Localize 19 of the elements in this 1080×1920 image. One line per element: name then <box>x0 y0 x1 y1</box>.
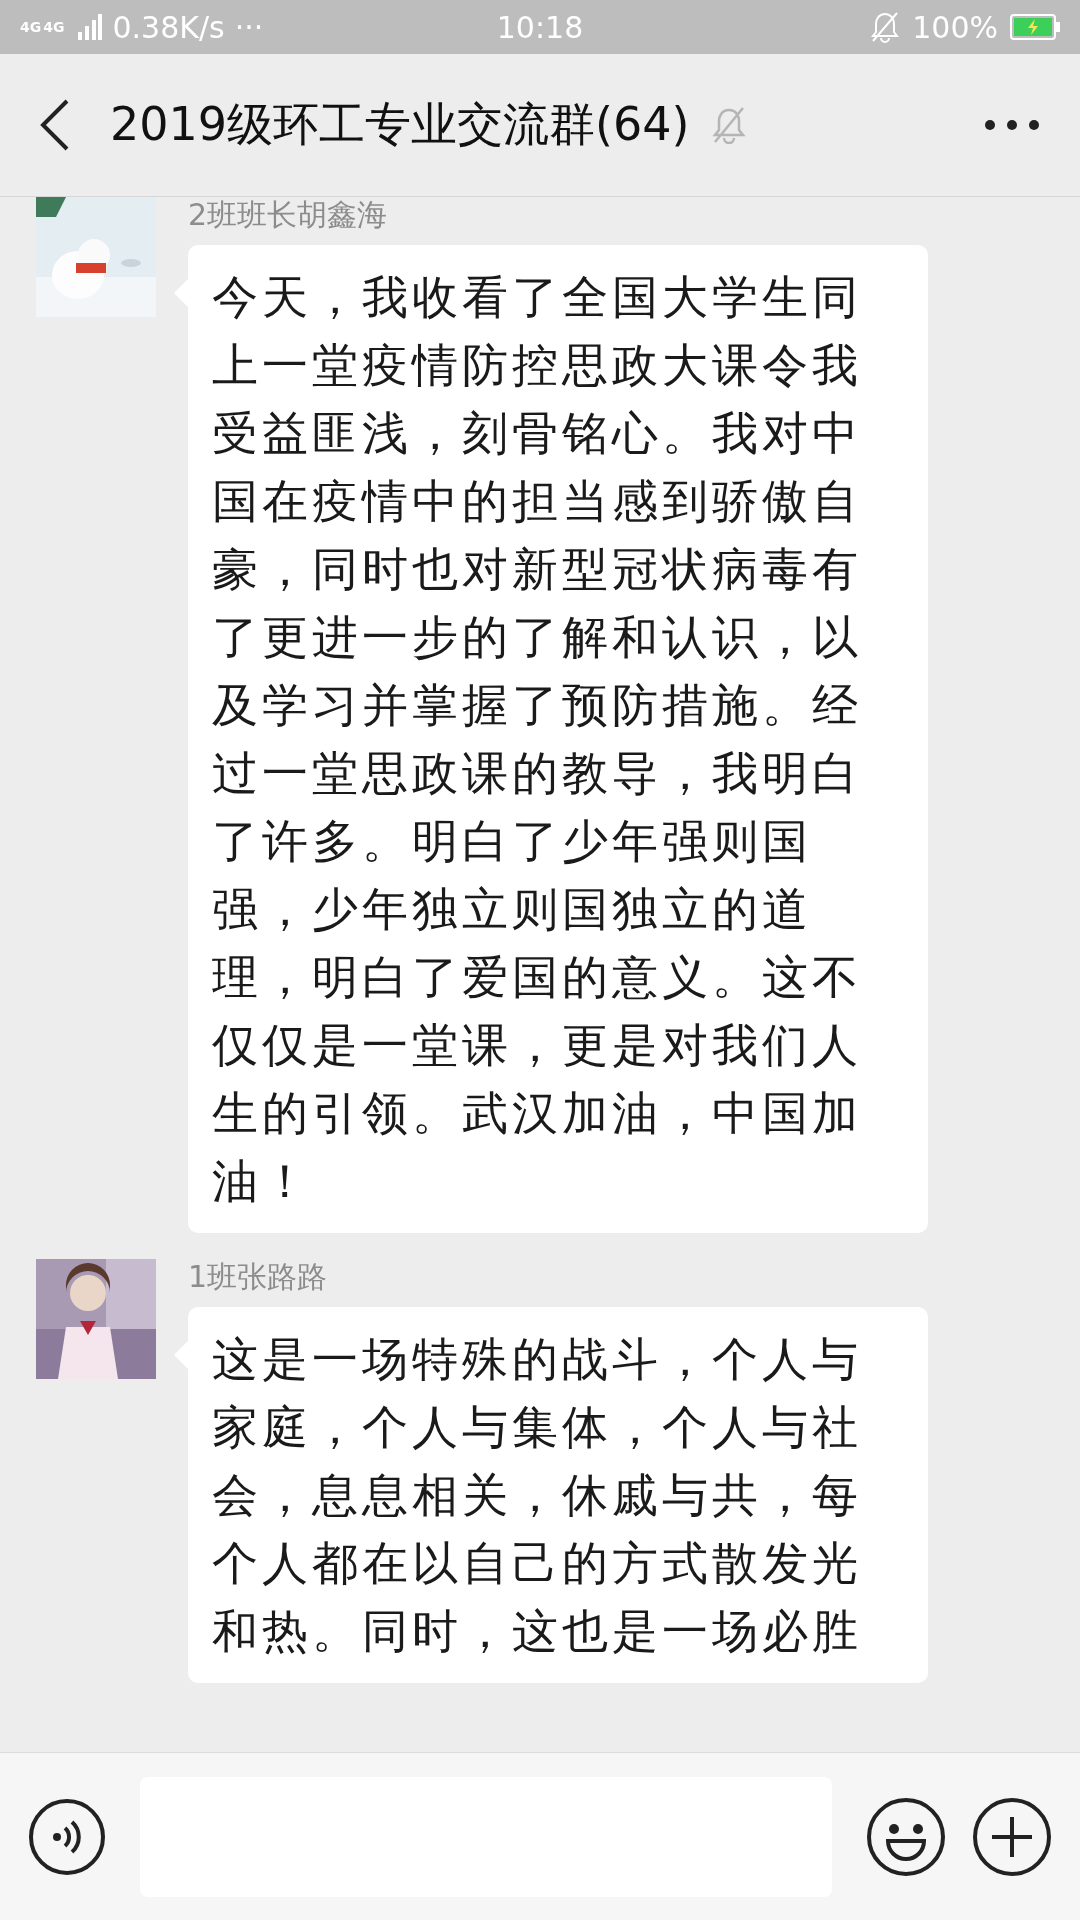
sender-name: 1班张路路 <box>188 1259 329 1295</box>
bell-off-icon <box>870 11 901 43</box>
plus-icon[interactable] <box>972 1796 1052 1877</box>
signal-icon <box>78 14 103 40</box>
more-indicator: ··· <box>234 9 264 45</box>
sender-name: 2班班长胡鑫海 <box>188 197 389 233</box>
network-speed: 0.38K/s <box>112 9 225 45</box>
message-bubble: 今天，我收看了全国大学生同上一堂疫情防控思政大课令我受益匪浅，刻骨铭心。我对中国在疫情中的担当感到骄傲自豪，同时也对新型冠状病毒有了更进一步的了解和认识，以及学习并掌握了预防措施。经过一堂思政课的教导，我明白了许多。明白了少年强则国强，少年独立则国独立的道理，明白了爱国的意义。这不仅仅是一堂课，更是对我们人生的引领。武汉加油，中国加油！ <box>188 245 928 1233</box>
battery-percent: 100% <box>912 9 998 45</box>
back-icon[interactable] <box>40 99 70 151</box>
network-label: 4G <box>20 20 42 34</box>
clock: 10:18 <box>496 9 584 45</box>
more-icon[interactable] <box>984 119 1040 131</box>
message-bubble: 这是一场特殊的战斗，个人与家庭，个人与集体，个人与社会，息息相关，休戚与共，每个人都在以自己的方式散发光和热。同时，这也是一场必胜 <box>188 1307 928 1683</box>
battery-icon <box>1010 14 1060 40</box>
emoji-icon[interactable] <box>866 1796 946 1877</box>
network-label: 4G <box>43 20 65 34</box>
voice-icon[interactable] <box>28 1797 106 1876</box>
chat-title: 2019级环工专业交流群(64) <box>110 96 690 153</box>
